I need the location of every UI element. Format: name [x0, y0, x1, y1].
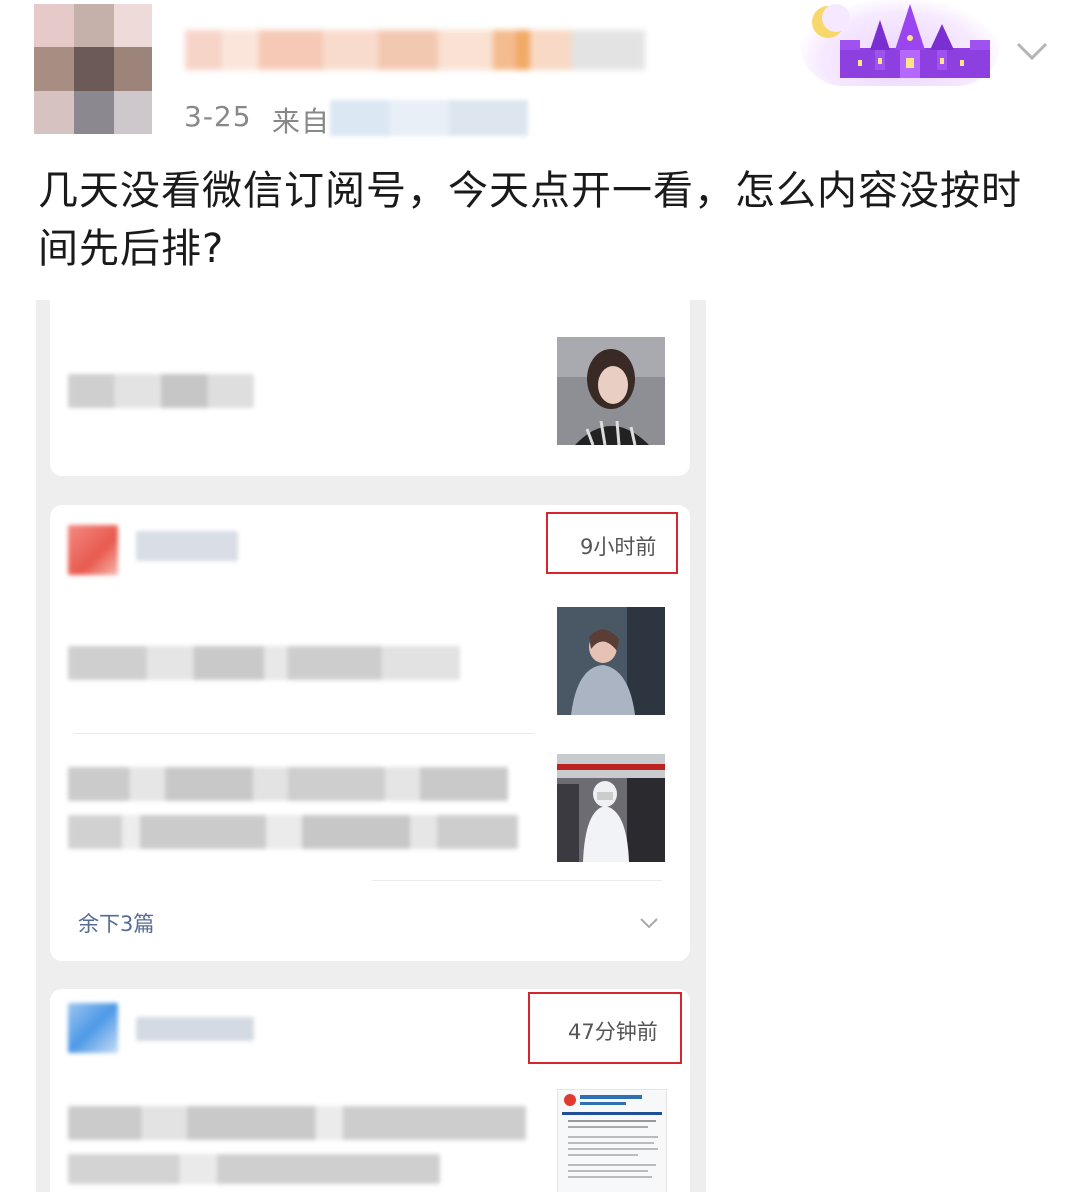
post-date: 3-25	[184, 100, 252, 133]
embedded-screenshot: 9小时前 余下3篇 47分钟前	[36, 300, 706, 1192]
article-title	[68, 374, 254, 408]
post-text: 几天没看微信订阅号，今天点开一看，怎么内容没按时间先后排?	[38, 168, 1022, 272]
account-name[interactable]	[136, 1017, 254, 1041]
article-title	[68, 1154, 440, 1184]
account-avatar[interactable]	[68, 1003, 118, 1053]
castle-badge-icon	[800, 0, 1000, 86]
chevron-down-icon[interactable]	[637, 911, 661, 935]
divider	[74, 733, 534, 734]
article-title	[68, 646, 460, 680]
post-source-app[interactable]	[330, 100, 528, 136]
publish-time: 9小时前	[580, 535, 657, 559]
article-card[interactable]: 9小时前 余下3篇	[50, 505, 690, 961]
article-card[interactable]	[50, 300, 690, 476]
article-thumbnail	[557, 337, 665, 445]
article-thumbnail	[557, 1089, 667, 1192]
publish-time: 47分钟前	[568, 1020, 658, 1044]
username[interactable]	[185, 30, 645, 70]
article-title	[68, 767, 508, 801]
article-title	[68, 815, 518, 849]
account-name[interactable]	[136, 531, 238, 561]
article-title	[68, 1106, 526, 1140]
article-thumbnail	[557, 607, 665, 715]
chevron-down-icon[interactable]	[1012, 30, 1052, 70]
account-avatar[interactable]	[68, 525, 118, 575]
remaining-articles-link[interactable]: 余下3篇	[78, 908, 154, 938]
post-source-prefix: 来自	[272, 105, 331, 138]
article-thumbnail	[557, 754, 665, 862]
divider	[372, 880, 662, 881]
article-card[interactable]: 47分钟前	[50, 989, 690, 1192]
avatar[interactable]	[34, 4, 152, 134]
